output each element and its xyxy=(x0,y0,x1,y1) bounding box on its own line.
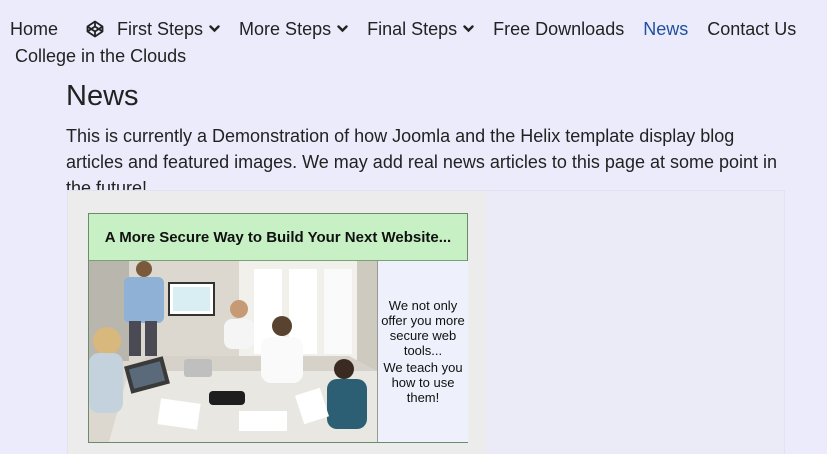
nav-item-label: Home xyxy=(10,18,59,39)
nav-item-college-in-the-clouds[interactable]: College in the Clouds xyxy=(15,46,186,67)
nav-item-free-downloads[interactable]: Free Downloads xyxy=(493,19,624,40)
featured-image-heading: A More Secure Way to Build Your Next Web… xyxy=(89,214,467,261)
nav-item-first-steps[interactable]: First Steps xyxy=(86,19,220,40)
article-card: A More Secure Way to Build Your Next Web… xyxy=(67,190,785,454)
featured-image-caption: We not only offer you more secure web to… xyxy=(377,261,468,442)
chevron-down-icon xyxy=(337,25,348,33)
nav-item-home[interactable]: Home xyxy=(10,19,58,40)
nav-item-label: College in the Clouds xyxy=(15,46,187,66)
nav-item-label: More Steps xyxy=(239,18,332,39)
meeting-photo xyxy=(89,261,377,442)
nav-item-more-steps[interactable]: More Steps xyxy=(239,19,348,40)
page-title: News xyxy=(66,80,139,112)
nav-item-label: News xyxy=(643,18,689,39)
caption-line-1: We not only offer you more secure web to… xyxy=(381,298,465,358)
chevron-down-icon xyxy=(463,25,474,33)
caption-line-2: We teach you how to use them! xyxy=(383,360,463,405)
featured-image[interactable]: A More Secure Way to Build Your Next Web… xyxy=(88,213,468,443)
nav-item-news[interactable]: News xyxy=(643,19,688,40)
main-navigation: Home First Steps More Steps Final Steps … xyxy=(10,17,827,67)
nav-item-label: Final Steps xyxy=(367,18,458,39)
nav-item-label: Free Downloads xyxy=(493,18,625,39)
nav-item-final-steps[interactable]: Final Steps xyxy=(367,19,474,40)
chevron-down-icon xyxy=(209,25,220,33)
codepen-icon xyxy=(86,20,104,38)
article-image-area: A More Secure Way to Build Your Next Web… xyxy=(68,191,486,454)
nav-item-contact-us[interactable]: Contact Us xyxy=(707,19,796,40)
nav-item-label: Contact Us xyxy=(707,18,797,39)
nav-item-label: First Steps xyxy=(117,18,204,39)
nav-row: Home First Steps More Steps Final Steps … xyxy=(10,17,827,41)
